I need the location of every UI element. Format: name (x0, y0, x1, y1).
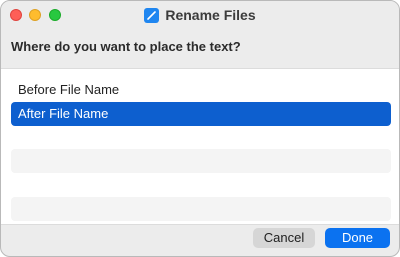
options-list: Before File Name After File Name (1, 68, 399, 225)
option-after-file-name[interactable]: After File Name (11, 102, 391, 126)
window-title-group: Rename Files (1, 6, 399, 24)
pencil-icon (144, 7, 160, 23)
rename-files-dialog: Rename Files Where do you want to place … (0, 0, 400, 257)
cancel-button[interactable]: Cancel (253, 228, 315, 248)
empty-list-row (11, 149, 391, 173)
option-before-file-name[interactable]: Before File Name (11, 78, 391, 102)
empty-list-row (11, 197, 391, 221)
title-bar: Rename Files (1, 1, 399, 29)
prompt-text: Where do you want to place the text? (11, 39, 241, 54)
window-title: Rename Files (165, 7, 256, 23)
done-button[interactable]: Done (325, 228, 390, 248)
